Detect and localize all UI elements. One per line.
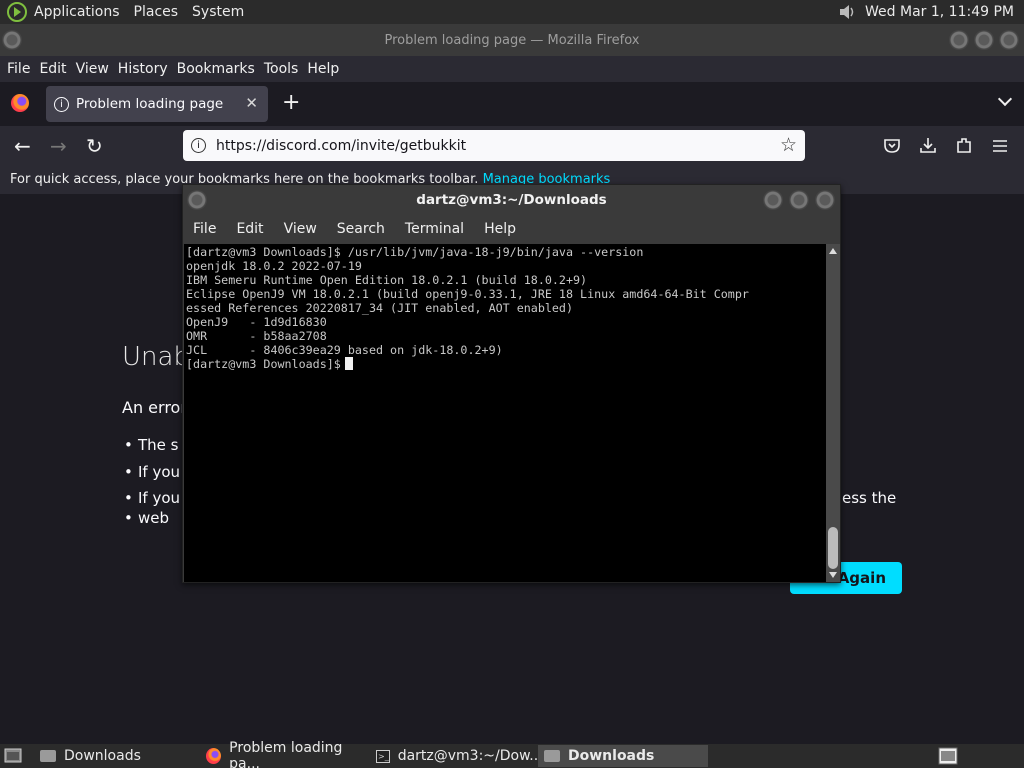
volume-icon[interactable] (837, 2, 857, 22)
terminal-menu-view[interactable]: View (284, 221, 317, 237)
error-bullet-continuation: web (124, 509, 169, 527)
firefox-logo-icon[interactable] (11, 94, 29, 112)
menu-bookmarks[interactable]: Bookmarks (177, 61, 255, 77)
pocket-icon[interactable] (882, 136, 902, 156)
firefox-titlebar: Problem loading page — Mozilla Firefox (0, 24, 1024, 56)
clock[interactable]: Wed Mar 1, 11:49 PM (865, 4, 1014, 20)
terminal-menu-file[interactable]: File (193, 221, 216, 237)
error-title: Unab (122, 342, 190, 372)
terminal-line: JCL - 8406c39ea29 based on jdk-18.0.2+9) (186, 343, 503, 357)
url-bar[interactable]: i https://discord.com/invite/getbukkit ☆ (183, 130, 805, 161)
error-bullet: If you (124, 463, 180, 481)
taskbar-item-downloads[interactable]: Downloads (34, 745, 202, 767)
terminal-cursor (344, 357, 353, 370)
minimize-button[interactable] (949, 30, 969, 50)
forward-icon[interactable]: → (50, 134, 67, 158)
workspace-switcher-icon[interactable] (938, 746, 958, 766)
maximize-button[interactable] (974, 30, 994, 50)
terminal-menu-help[interactable]: Help (484, 221, 516, 237)
top-panel: Applications Places System Wed Mar 1, 11… (0, 0, 1024, 24)
terminal-prompt: [dartz@vm3 Downloads]$ (186, 357, 341, 371)
firefox-window-title: Problem loading page — Mozilla Firefox (384, 33, 640, 48)
menu-help[interactable]: Help (307, 61, 339, 77)
navigation-bar: ← → ↻ i https://discord.com/invite/getbu… (0, 126, 1024, 166)
terminal-output[interactable]: [dartz@vm3 Downloads]$ /usr/lib/jvm/java… (184, 244, 827, 582)
taskbar-item-label: Downloads (568, 748, 655, 764)
taskbar-item-downloads-active[interactable]: Downloads (538, 745, 708, 767)
bookmark-star-icon[interactable]: ☆ (780, 134, 797, 156)
bottom-taskbar: Downloads Problem loading pa... >_ dartz… (0, 740, 1024, 768)
error-bullet: If you (124, 489, 180, 507)
terminal-menubar: File Edit View Search Terminal Help (183, 215, 840, 243)
taskbar-item-label: Downloads (64, 748, 141, 764)
downloads-icon[interactable] (918, 135, 938, 155)
folder-icon (40, 750, 56, 762)
menu-system[interactable]: System (192, 4, 244, 20)
taskbar-item-label: dartz@vm3:~/Dow... (397, 748, 543, 764)
folder-icon (544, 750, 560, 762)
terminal-menu-search[interactable]: Search (337, 221, 385, 237)
terminal-line: Eclipse OpenJ9 VM 18.0.2.1 (build openj9… (186, 287, 749, 301)
terminal-line: [dartz@vm3 Downloads]$ /usr/lib/jvm/java… (186, 245, 644, 259)
url-text[interactable]: https://discord.com/invite/getbukkit (216, 138, 466, 154)
menu-view[interactable]: View (76, 61, 109, 77)
firefox-icon (206, 748, 222, 764)
show-desktop-icon[interactable] (4, 747, 22, 765)
menu-applications[interactable]: Applications (34, 4, 120, 20)
site-info-icon[interactable]: i (191, 138, 206, 153)
scroll-down-arrow-icon[interactable] (829, 572, 837, 578)
back-icon[interactable]: ← (14, 134, 31, 158)
terminal-line: OMR - b58aa2708 (186, 329, 327, 343)
terminal-title: dartz@vm3:~/Downloads (416, 192, 607, 208)
terminal-line: openjdk 18.0.2 2022-07-19 (186, 259, 362, 273)
menu-tools[interactable]: Tools (264, 61, 299, 77)
menu-edit[interactable]: Edit (39, 61, 66, 77)
terminal-menu-terminal[interactable]: Terminal (405, 221, 464, 237)
terminal-line: essed References 20220817_34 (JIT enable… (186, 301, 574, 315)
close-button[interactable] (999, 30, 1019, 50)
terminal-minimize-button[interactable] (763, 190, 783, 210)
error-description: An error (122, 398, 187, 417)
tab-title: Problem loading page (76, 96, 224, 112)
terminal-prompt-line: [dartz@vm3 Downloads]$ (186, 357, 827, 371)
tab-strip: i Problem loading page ✕ + (0, 82, 1024, 126)
hamburger-menu-icon[interactable] (990, 136, 1010, 156)
terminal-maximize-button[interactable] (789, 190, 809, 210)
firefox-menubar: File Edit View History Bookmarks Tools H… (0, 56, 1024, 82)
menu-file[interactable]: File (7, 61, 30, 77)
tab-problem-loading[interactable]: i Problem loading page ✕ (46, 86, 268, 122)
terminal-line: OpenJ9 - 1d9d16830 (186, 315, 327, 329)
close-tab-icon[interactable]: ✕ (245, 94, 258, 112)
taskbar-item-terminal[interactable]: >_ dartz@vm3:~/Dow... (370, 745, 543, 767)
info-icon: i (54, 96, 69, 112)
terminal-window[interactable]: dartz@vm3:~/Downloads File Edit View Sea… (182, 184, 841, 583)
desktop: Applications Places System Wed Mar 1, 11… (0, 0, 1024, 768)
terminal-close-button[interactable] (815, 190, 835, 210)
taskbar-item-label: Problem loading pa... (229, 740, 343, 768)
applications-menu-icon[interactable] (6, 1, 28, 23)
terminal-icon: >_ (376, 749, 390, 763)
terminal-line: IBM Semeru Runtime Open Edition 18.0.2.1… (186, 273, 588, 287)
terminal-menu-edit[interactable]: Edit (236, 221, 263, 237)
new-tab-button[interactable]: + (282, 90, 300, 115)
error-bullet-tail: ess the (842, 489, 897, 507)
extensions-icon[interactable] (954, 135, 974, 155)
taskbar-item-firefox[interactable]: Problem loading pa... (200, 740, 370, 768)
menu-history[interactable]: History (118, 61, 168, 77)
scrollbar-thumb[interactable] (828, 527, 838, 569)
scroll-up-arrow-icon[interactable] (829, 248, 837, 254)
menu-places[interactable]: Places (134, 4, 179, 20)
list-all-tabs-icon[interactable] (997, 91, 1013, 107)
reload-icon[interactable]: ↻ (86, 134, 103, 158)
error-bullet: The s (124, 436, 179, 454)
terminal-scrollbar[interactable] (826, 244, 840, 582)
